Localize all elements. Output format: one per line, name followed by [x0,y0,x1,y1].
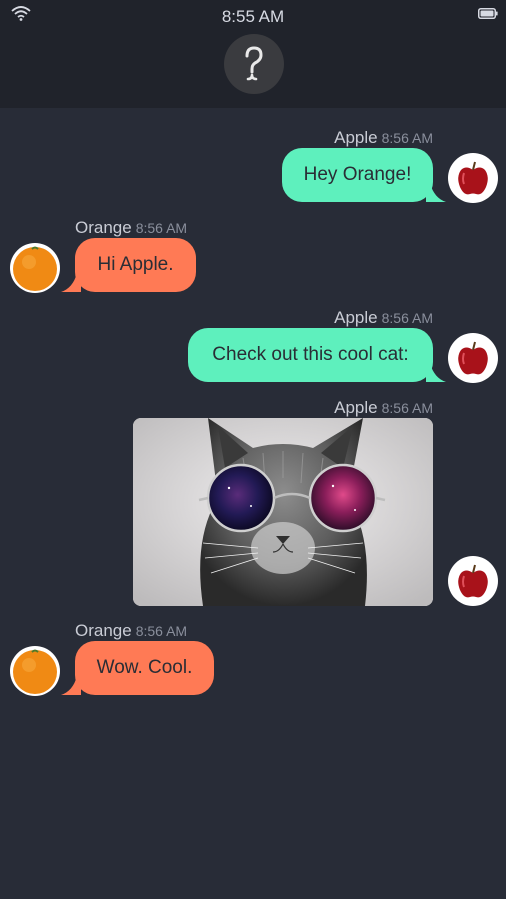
chat-header: 8:55 AM [0,0,506,108]
bubble-tail [426,363,446,382]
message-meta: Apple 8:56 AM [334,128,433,148]
orange-fruit-icon [10,646,60,696]
status-time: 8:55 AM [221,7,285,26]
apple-icon [448,333,498,383]
message-text: Wow. Cool. [96,657,193,678]
message-time: 8:56 AM [135,623,188,639]
orange-avatar[interactable] [10,243,60,293]
bubble-tail [61,676,81,695]
sender-name: Orange [75,621,132,640]
message-meta: Orange 8:56 AM [75,218,187,238]
apple-icon [448,556,498,606]
bubble-tail [426,183,446,202]
status-bar: 8:55 AM [0,0,506,30]
bubble-tail [61,273,81,292]
apple-avatar[interactable] [448,153,498,203]
apple-avatar[interactable] [448,556,498,606]
orange-avatar[interactable] [10,646,60,696]
cat-with-sunglasses-image [133,418,433,606]
chat-avatar-button[interactable] [224,34,284,94]
message-time: 8:56 AM [135,220,188,236]
battery-icon [478,8,498,19]
message-text: Check out this cool cat: [212,344,409,365]
apple-icon [448,153,498,203]
sender-name: Apple [334,128,378,147]
message-text: Hi Apple. [97,254,174,275]
question-mark-icon [245,46,263,81]
orange-fruit-icon [10,243,60,293]
sender-name: Orange [75,218,132,237]
message-time: 8:56 AM [381,310,433,326]
message-bubble[interactable]: Wow. Cool. [75,641,214,695]
message-text: Hey Orange! [303,164,412,185]
message-time: 8:56 AM [381,130,433,146]
message-bubble[interactable]: Hey Orange! [282,148,433,202]
message-bubble[interactable]: Check out this cool cat: [188,328,433,382]
message-meta: Apple 8:56 AM [334,308,433,328]
apple-avatar[interactable] [448,333,498,383]
message-time: 8:56 AM [381,400,433,416]
message-meta: Apple 8:56 AM [334,398,433,418]
message-bubble[interactable]: Hi Apple. [75,238,196,292]
sender-name: Apple [334,398,378,417]
sender-name: Apple [334,308,378,327]
cat-image-message[interactable] [133,418,433,606]
message-meta: Orange 8:56 AM [75,621,187,641]
